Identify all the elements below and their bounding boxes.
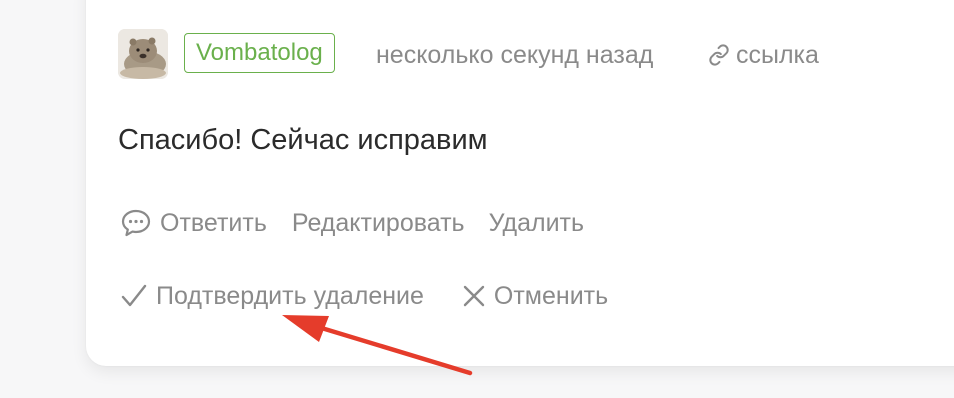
confirm-delete-label: Подтвердить удаление (156, 281, 424, 310)
cancel-button[interactable]: Отменить (462, 282, 608, 311)
comment-text: Спасибо! Сейчас исправим (118, 124, 488, 156)
delete-button[interactable]: Удалить (489, 209, 584, 238)
permalink-label: ссылка (736, 41, 819, 69)
delete-confirmation: Подтвердить удаление Отменить (120, 279, 608, 313)
confirm-delete-button[interactable]: Подтвердить удаление (120, 282, 424, 311)
delete-label: Удалить (488, 208, 585, 237)
reply-button[interactable]: Ответить (120, 208, 267, 238)
avatar[interactable] (118, 29, 168, 79)
reply-label: Ответить (160, 208, 267, 237)
permalink-link[interactable]: ссылка (708, 40, 819, 70)
edit-button[interactable]: Редактировать (292, 209, 465, 238)
close-icon (462, 284, 486, 308)
checkmark-icon (120, 283, 148, 309)
author-name-badge[interactable]: Vombatolog (184, 33, 335, 73)
link-icon (708, 44, 730, 66)
speech-bubble-icon (120, 208, 152, 238)
comment-timestamp: несколько секунд назад (376, 41, 654, 69)
comment-actions: Ответить Редактировать Удалить (120, 206, 584, 240)
cancel-label: Отменить (493, 281, 609, 310)
edit-label: Редактировать (291, 208, 465, 237)
